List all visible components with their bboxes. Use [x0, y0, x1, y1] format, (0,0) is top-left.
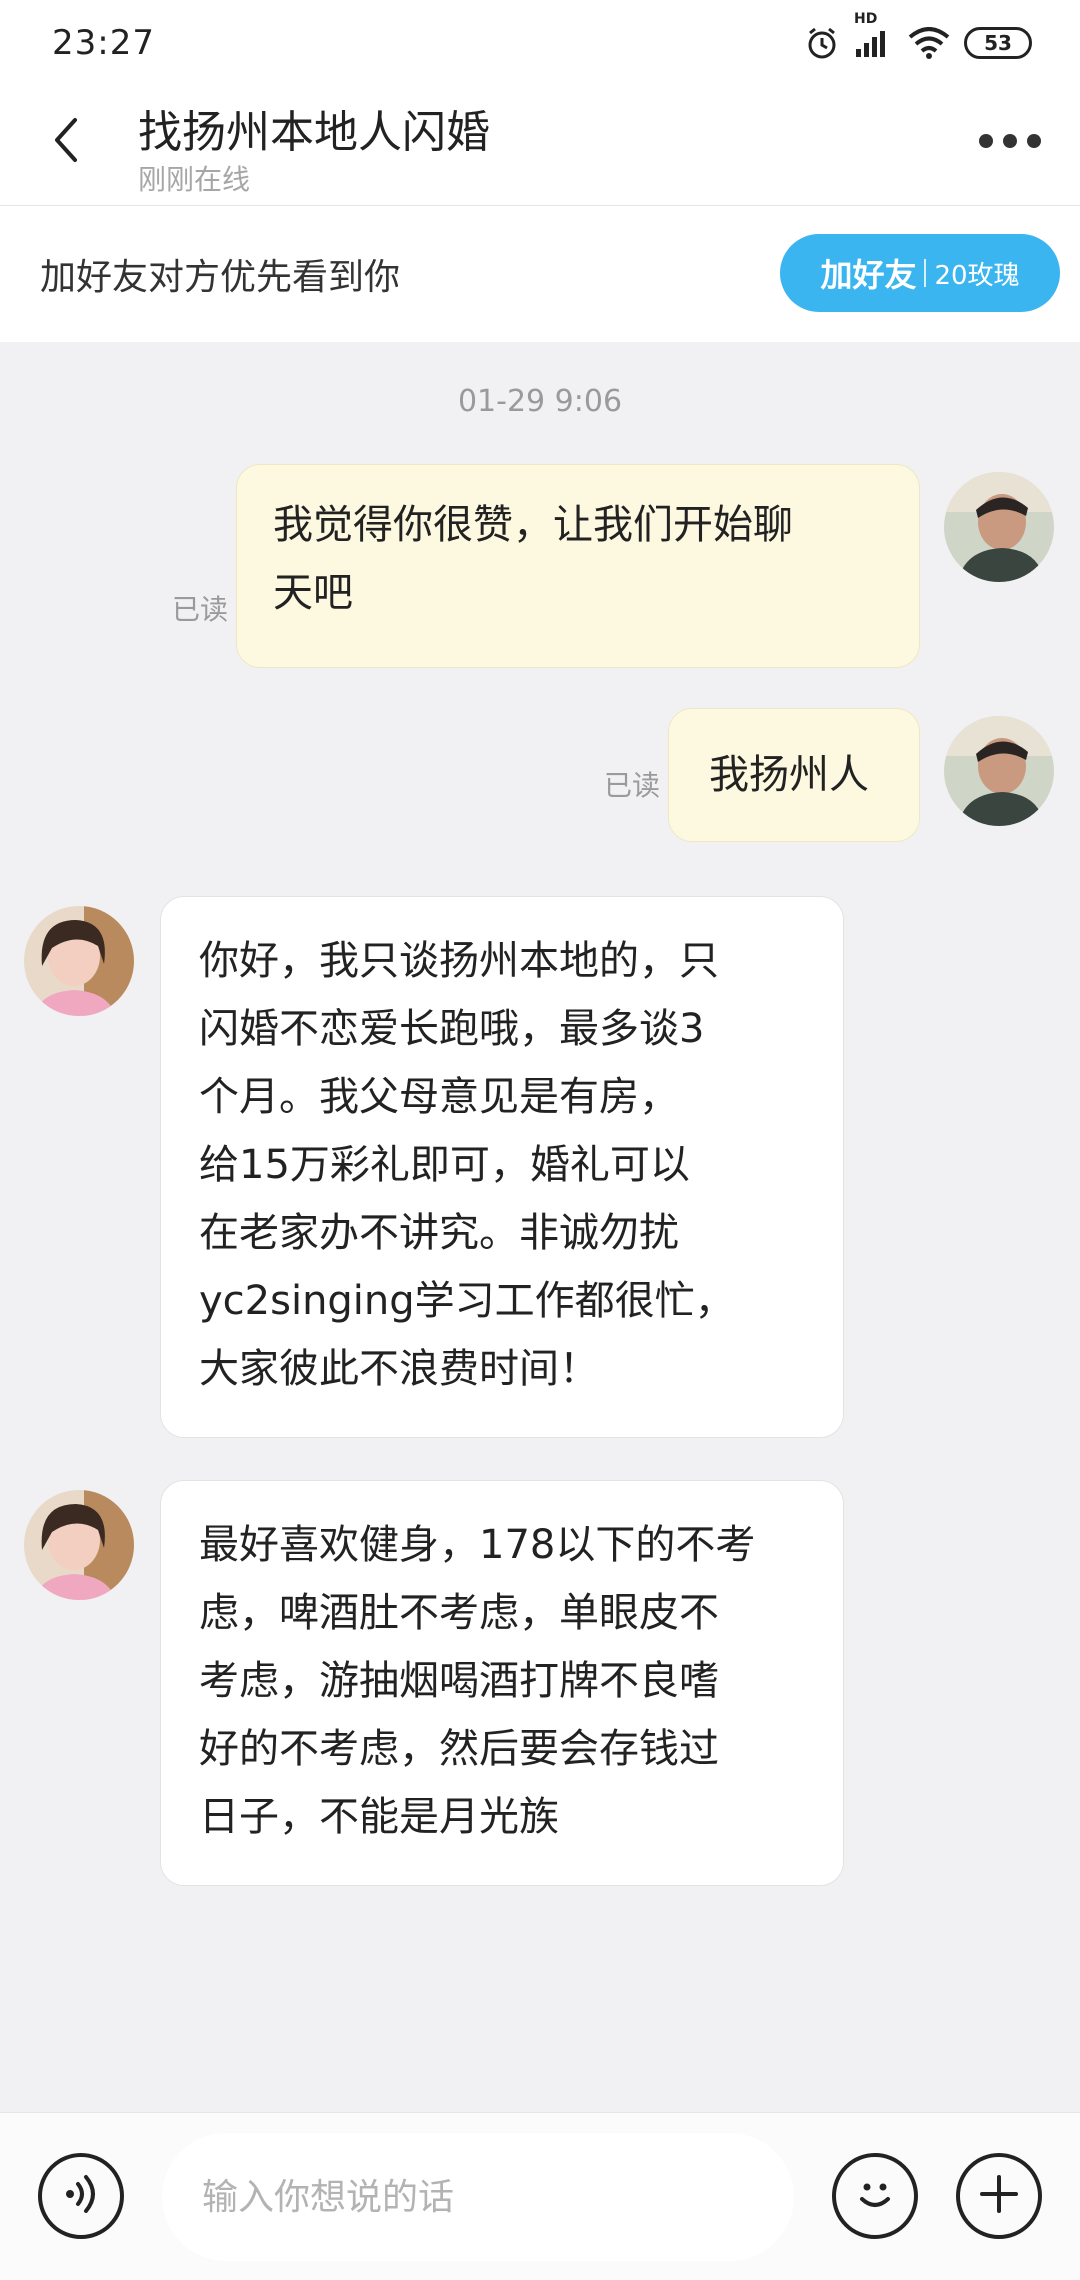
plus-button[interactable]: [956, 2153, 1042, 2239]
status-icons: HD 53: [804, 11, 1032, 61]
rose-cost: 20玫瑰: [934, 260, 1020, 291]
my-avatar[interactable]: [944, 716, 1054, 826]
emoji-button[interactable]: [832, 2153, 918, 2239]
my-avatar[interactable]: [944, 472, 1054, 582]
online-status: 刚刚在线: [138, 163, 251, 196]
voice-button[interactable]: [38, 2153, 124, 2239]
more-button[interactable]: [970, 116, 1050, 166]
hd-label: HD: [854, 11, 878, 27]
divider: [924, 259, 927, 287]
read-status: 已读: [172, 593, 229, 626]
wifi-icon: [908, 27, 950, 59]
message-bubble-outgoing[interactable]: 我觉得你很赞，让我们开始聊 天吧: [236, 464, 920, 668]
add-friend-banner: 加好友对方优先看到你 加好友 20玫瑰: [0, 206, 1080, 342]
battery-icon: 53: [964, 27, 1032, 59]
banner-text: 加好友对方优先看到你: [40, 257, 401, 298]
chevron-left-icon: [51, 116, 81, 168]
read-status: 已读: [604, 769, 661, 802]
message-text: 你好，我只谈扬州本地的，只 闪婚不恋爱长跑哦，最多谈3 个月。我父母意见是有房，…: [199, 938, 735, 1392]
emoji-icon: [850, 2169, 900, 2223]
voice-icon: [56, 2169, 106, 2223]
contact-avatar[interactable]: [24, 1490, 134, 1600]
message-bubble-incoming[interactable]: 最好喜欢健身，178以下的不考 虑，啤酒肚不考虑，单眼皮不 考虑，游抽烟喝酒打牌…: [160, 1480, 844, 1886]
title-bar: 找扬州本地人闪婚 刚刚在线: [0, 86, 1080, 206]
message-text: 最好喜欢健身，178以下的不考 虑，啤酒肚不考虑，单眼皮不 考虑，游抽烟喝酒打牌…: [199, 1522, 756, 1840]
back-button[interactable]: [36, 112, 96, 172]
message-timestamp: 01-29 9:06: [457, 384, 623, 419]
plus-icon: [974, 2169, 1024, 2223]
signal-icon: HD: [854, 11, 894, 59]
status-bar: 23:27 HD 53: [0, 0, 1080, 86]
message-text: 我觉得你很赞，让我们开始聊 天吧: [273, 502, 793, 616]
message-bubble-outgoing[interactable]: 我扬州人: [668, 708, 920, 842]
status-time: 23:27: [52, 23, 155, 63]
more-dots-icon: [979, 134, 993, 148]
message-text: 我扬州人: [709, 752, 869, 798]
alarm-icon: [804, 25, 840, 61]
message-input[interactable]: [162, 2133, 794, 2261]
message-bubble-incoming[interactable]: 你好，我只谈扬州本地的，只 闪婚不恋爱长跑哦，最多谈3 个月。我父母意见是有房，…: [160, 896, 844, 1438]
contact-avatar[interactable]: [24, 906, 134, 1016]
add-friend-button[interactable]: 加好友 20玫瑰: [780, 234, 1060, 312]
input-bar: [0, 2112, 1080, 2280]
chat-title: 找扬州本地人闪婚: [138, 107, 490, 158]
add-friend-label: 加好友: [820, 256, 917, 294]
